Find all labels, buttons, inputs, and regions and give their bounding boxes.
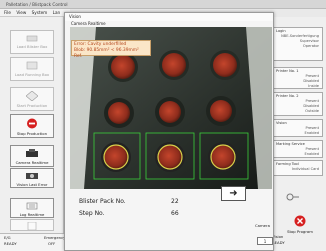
menu-system[interactable]: System (32, 10, 48, 15)
document-icon (27, 221, 37, 231)
blister-pack-number: 22 (171, 198, 179, 205)
forming-tool-box: Forming Tool Individual Card (273, 160, 323, 176)
cavity-row-middle (104, 96, 236, 128)
step-number: 66 (171, 210, 179, 217)
camera-label: Camera (255, 223, 270, 228)
printer-2-box: Printer No. 2 Present Disabled Outside (273, 92, 323, 116)
start-production-button[interactable]: Start Production (10, 87, 54, 111)
load-blister-box-button[interactable]: Load Blister Box (10, 30, 54, 54)
load-running-box-button[interactable]: Load Running Box (10, 57, 54, 81)
vision-window[interactable]: Vision Camera Realtime Error: Cavity und… (64, 12, 274, 251)
vision-last-error-button[interactable]: Vision Last Error (10, 168, 54, 188)
tray-icon (26, 35, 38, 42)
camera-icon (26, 149, 38, 157)
log-realtime-button[interactable]: Log Realtime (10, 198, 54, 218)
login-box: Login NBE-Sonderfertigung Supervisor Ope… (273, 27, 323, 61)
status-eg: E/G (4, 235, 11, 240)
left-status-bar: E/G READY Emergency OFF (0, 233, 66, 251)
status-off: OFF (48, 241, 56, 246)
status-ready: READY (4, 241, 17, 246)
main-window-title: Palletation / Blistpack Control (0, 0, 326, 9)
start-icon (26, 91, 38, 101)
stop-icon (27, 118, 37, 129)
vision-status-box: Vision Present Enabled (273, 119, 323, 137)
menu-language[interactable]: Lan (53, 10, 61, 15)
stop-program-icon (294, 215, 306, 227)
printer-1-box: Printer No. 1 Present Disabled Inside (273, 67, 323, 89)
stop-production-button[interactable]: Stop Production (10, 114, 54, 138)
menu-file[interactable]: File (4, 10, 11, 15)
blister-pack-label: Blister Pack No. (79, 198, 126, 205)
key-icon[interactable] (286, 192, 300, 204)
document-button[interactable] (10, 219, 54, 231)
log-icon (26, 202, 38, 210)
marking-service-box: Marking Service Present Enabled (273, 140, 323, 158)
step-label: Step No. (79, 210, 105, 217)
vision-window-title: Vision (65, 13, 273, 21)
error-message-box: Error: Cavity underfilled Blob: 90.85mm²… (71, 40, 151, 59)
vision-icon (26, 173, 38, 179)
cavity-row-bottom (101, 142, 238, 172)
camera-realtime-button[interactable]: Camera Realtime (10, 145, 54, 167)
box-icon (26, 61, 38, 70)
camera-select[interactable]: 1 (257, 237, 273, 245)
status-emergency: Emergency (44, 235, 66, 240)
next-arrow-button[interactable]: ➜ (221, 186, 246, 201)
menu-bar: File View System Lan (0, 9, 70, 17)
error-line-2: Blob: 90.85mm² < 96.39mm² Ref. (74, 48, 139, 59)
stop-program-button[interactable]: Stop Program (285, 215, 315, 234)
menu-view[interactable]: View (16, 10, 26, 15)
